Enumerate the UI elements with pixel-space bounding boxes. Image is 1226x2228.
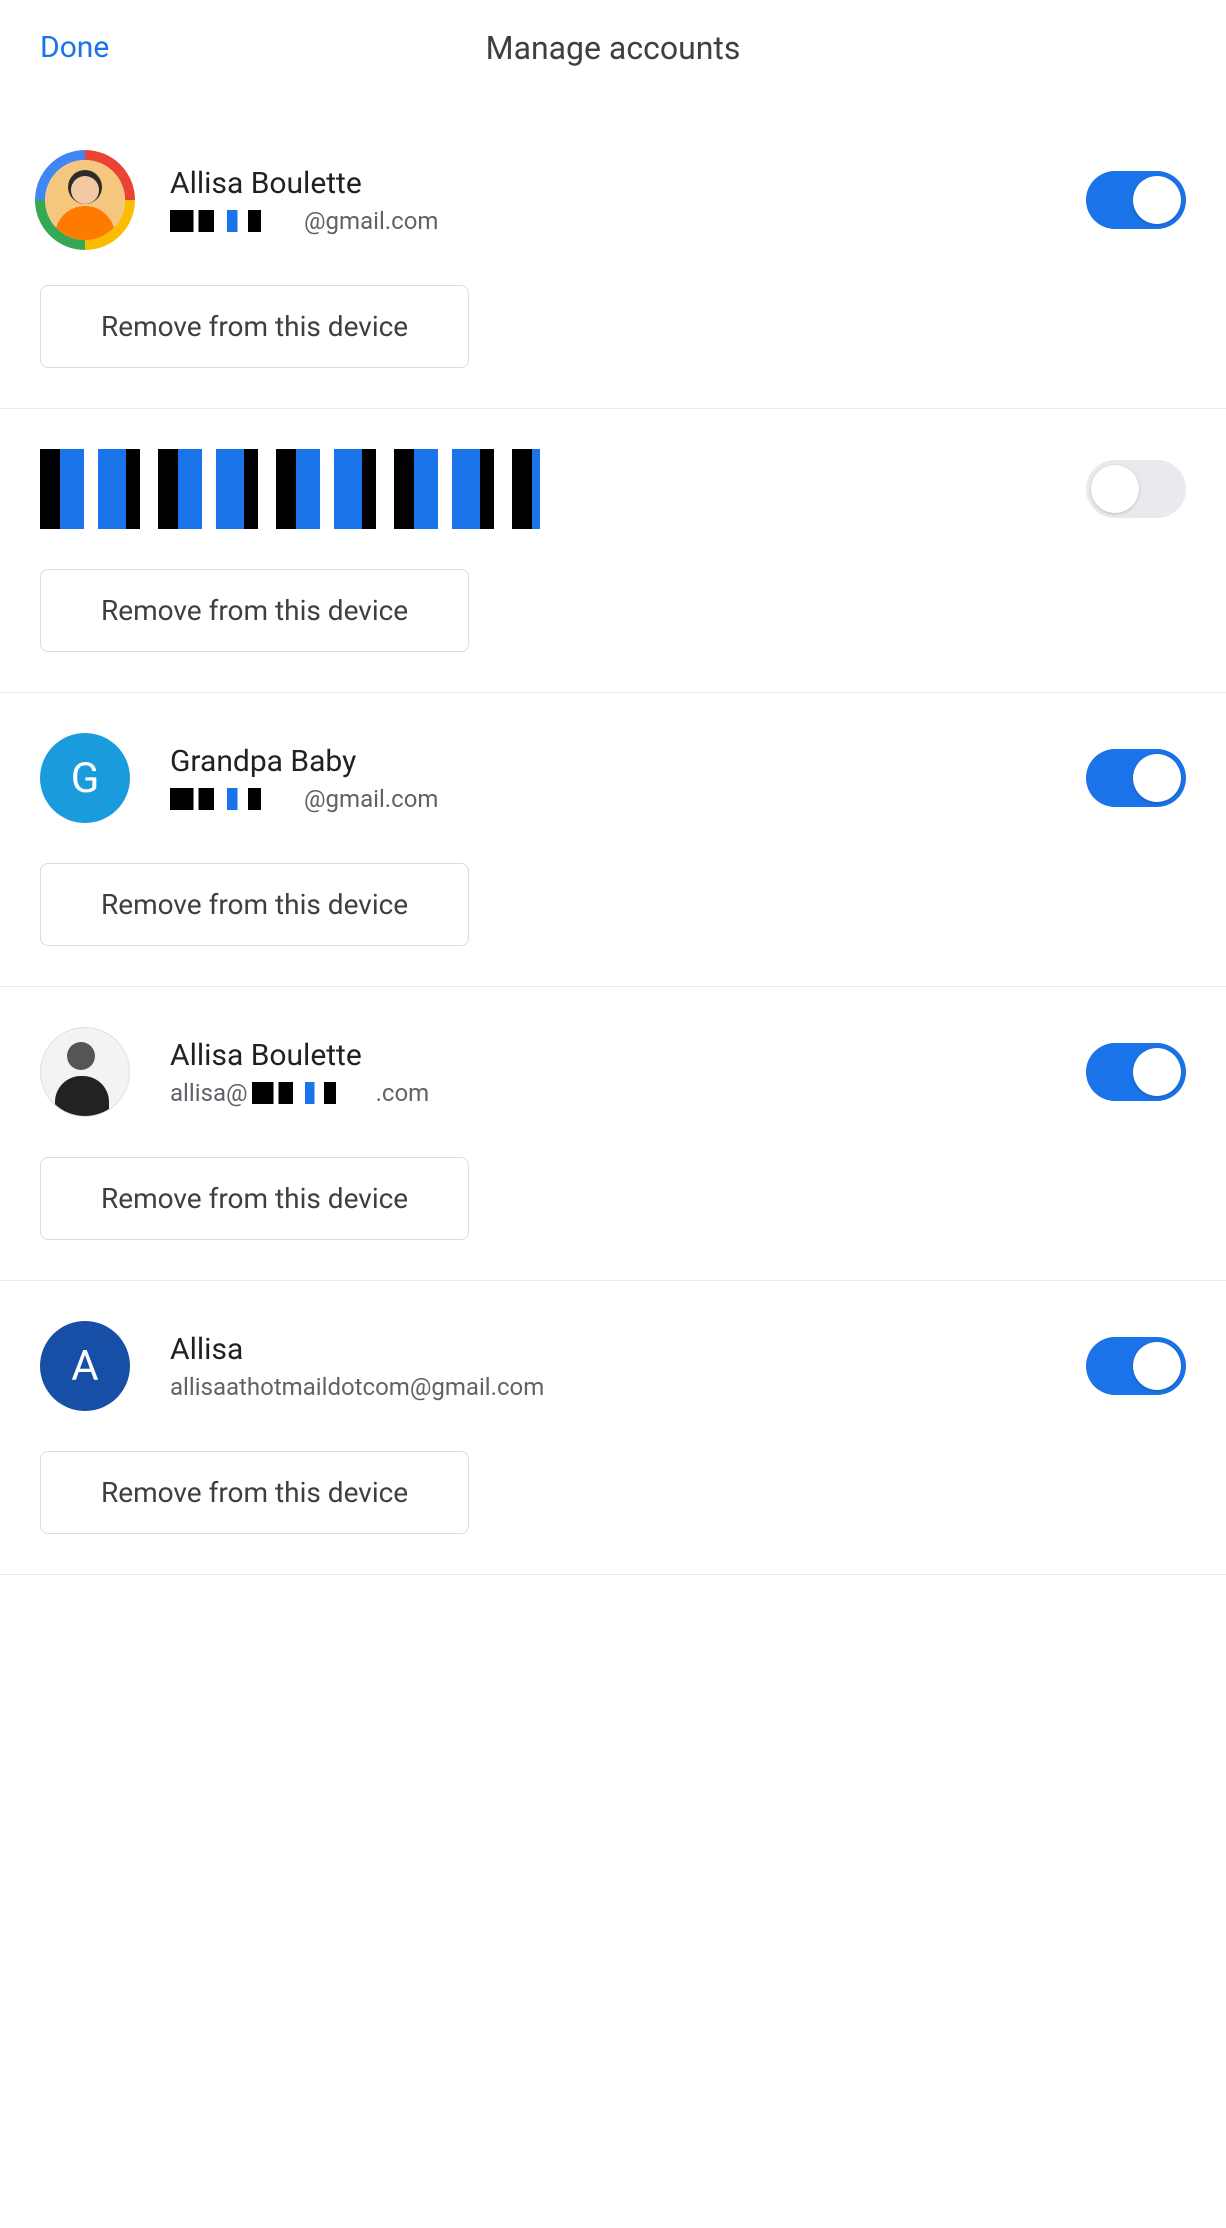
account-info: Allisa Boulette allisa@ .com xyxy=(40,1027,429,1117)
account-section: Allisa Boulette @gmail.com Remove from thi… xyxy=(0,115,1226,409)
remove-from-device-button[interactable]: Remove from this device xyxy=(40,1451,469,1534)
avatar-letter: G xyxy=(40,733,130,823)
account-row: G Grandpa Baby @gmail.com xyxy=(40,733,1186,823)
account-toggle[interactable] xyxy=(1086,1043,1186,1101)
redacted-email-segment xyxy=(170,210,300,232)
avatar: A xyxy=(40,1321,130,1411)
avatar: G xyxy=(40,733,130,823)
account-email: @gmail.com xyxy=(170,785,438,813)
page-title: Manage accounts xyxy=(486,29,741,67)
account-row xyxy=(40,449,1186,529)
toggle-knob xyxy=(1133,176,1181,224)
account-toggle[interactable] xyxy=(1086,749,1186,807)
account-info: Allisa Boulette @gmail.com xyxy=(40,155,438,245)
account-toggle[interactable] xyxy=(1086,1337,1186,1395)
account-section: Remove from this device xyxy=(0,409,1226,693)
toggle-knob xyxy=(1133,754,1181,802)
remove-from-device-button[interactable]: Remove from this device xyxy=(40,863,469,946)
email-suffix: @gmail.com xyxy=(304,207,438,235)
account-row: A Allisa allisaathotmaildotcom@gmail.com xyxy=(40,1321,1186,1411)
account-section: A Allisa allisaathotmaildotcom@gmail.com Re… xyxy=(0,1281,1226,1575)
redacted-account-info xyxy=(40,449,540,529)
done-button[interactable]: Done xyxy=(40,30,109,65)
remove-from-device-button[interactable]: Remove from this device xyxy=(40,285,469,368)
account-name: Allisa xyxy=(170,1332,544,1367)
account-toggle[interactable] xyxy=(1086,171,1186,229)
account-section: G Grandpa Baby @gmail.com Remove from this … xyxy=(0,693,1226,987)
avatar-letter: A xyxy=(40,1321,130,1411)
account-row: Allisa Boulette allisa@ .com xyxy=(40,1027,1186,1117)
avatar xyxy=(40,155,130,245)
account-name: Grandpa Baby xyxy=(170,744,438,779)
toggle-knob xyxy=(1091,465,1139,513)
account-info: G Grandpa Baby @gmail.com xyxy=(40,733,438,823)
account-section: Allisa Boulette allisa@ .com Remove from th… xyxy=(0,987,1226,1281)
email-text: allisaathotmaildotcom@gmail.com xyxy=(170,1373,544,1401)
remove-from-device-button[interactable]: Remove from this device xyxy=(40,1157,469,1240)
account-toggle[interactable] xyxy=(1086,460,1186,518)
account-text: Allisa allisaathotmaildotcom@gmail.com xyxy=(170,1332,544,1401)
email-suffix: @gmail.com xyxy=(304,785,438,813)
toggle-knob xyxy=(1133,1048,1181,1096)
account-email: allisa@ .com xyxy=(170,1079,429,1107)
header: Done Manage accounts xyxy=(0,0,1226,115)
account-info: A Allisa allisaathotmaildotcom@gmail.com xyxy=(40,1321,544,1411)
account-name: Allisa Boulette xyxy=(170,166,438,201)
account-text: Grandpa Baby @gmail.com xyxy=(170,744,438,813)
redacted-email-segment xyxy=(170,788,300,810)
avatar xyxy=(40,1027,130,1117)
account-info xyxy=(40,449,540,529)
remove-from-device-button[interactable]: Remove from this device xyxy=(40,569,469,652)
account-row: Allisa Boulette @gmail.com xyxy=(40,155,1186,245)
email-prefix: allisa@ xyxy=(170,1079,248,1107)
account-email: allisaathotmaildotcom@gmail.com xyxy=(170,1373,544,1401)
redacted-email-segment xyxy=(252,1082,372,1104)
email-suffix: .com xyxy=(376,1079,430,1107)
account-text: Allisa Boulette @gmail.com xyxy=(170,166,438,235)
account-name: Allisa Boulette xyxy=(170,1038,429,1073)
account-email: @gmail.com xyxy=(170,207,438,235)
toggle-knob xyxy=(1133,1342,1181,1390)
account-text: Allisa Boulette allisa@ .com xyxy=(170,1038,429,1107)
